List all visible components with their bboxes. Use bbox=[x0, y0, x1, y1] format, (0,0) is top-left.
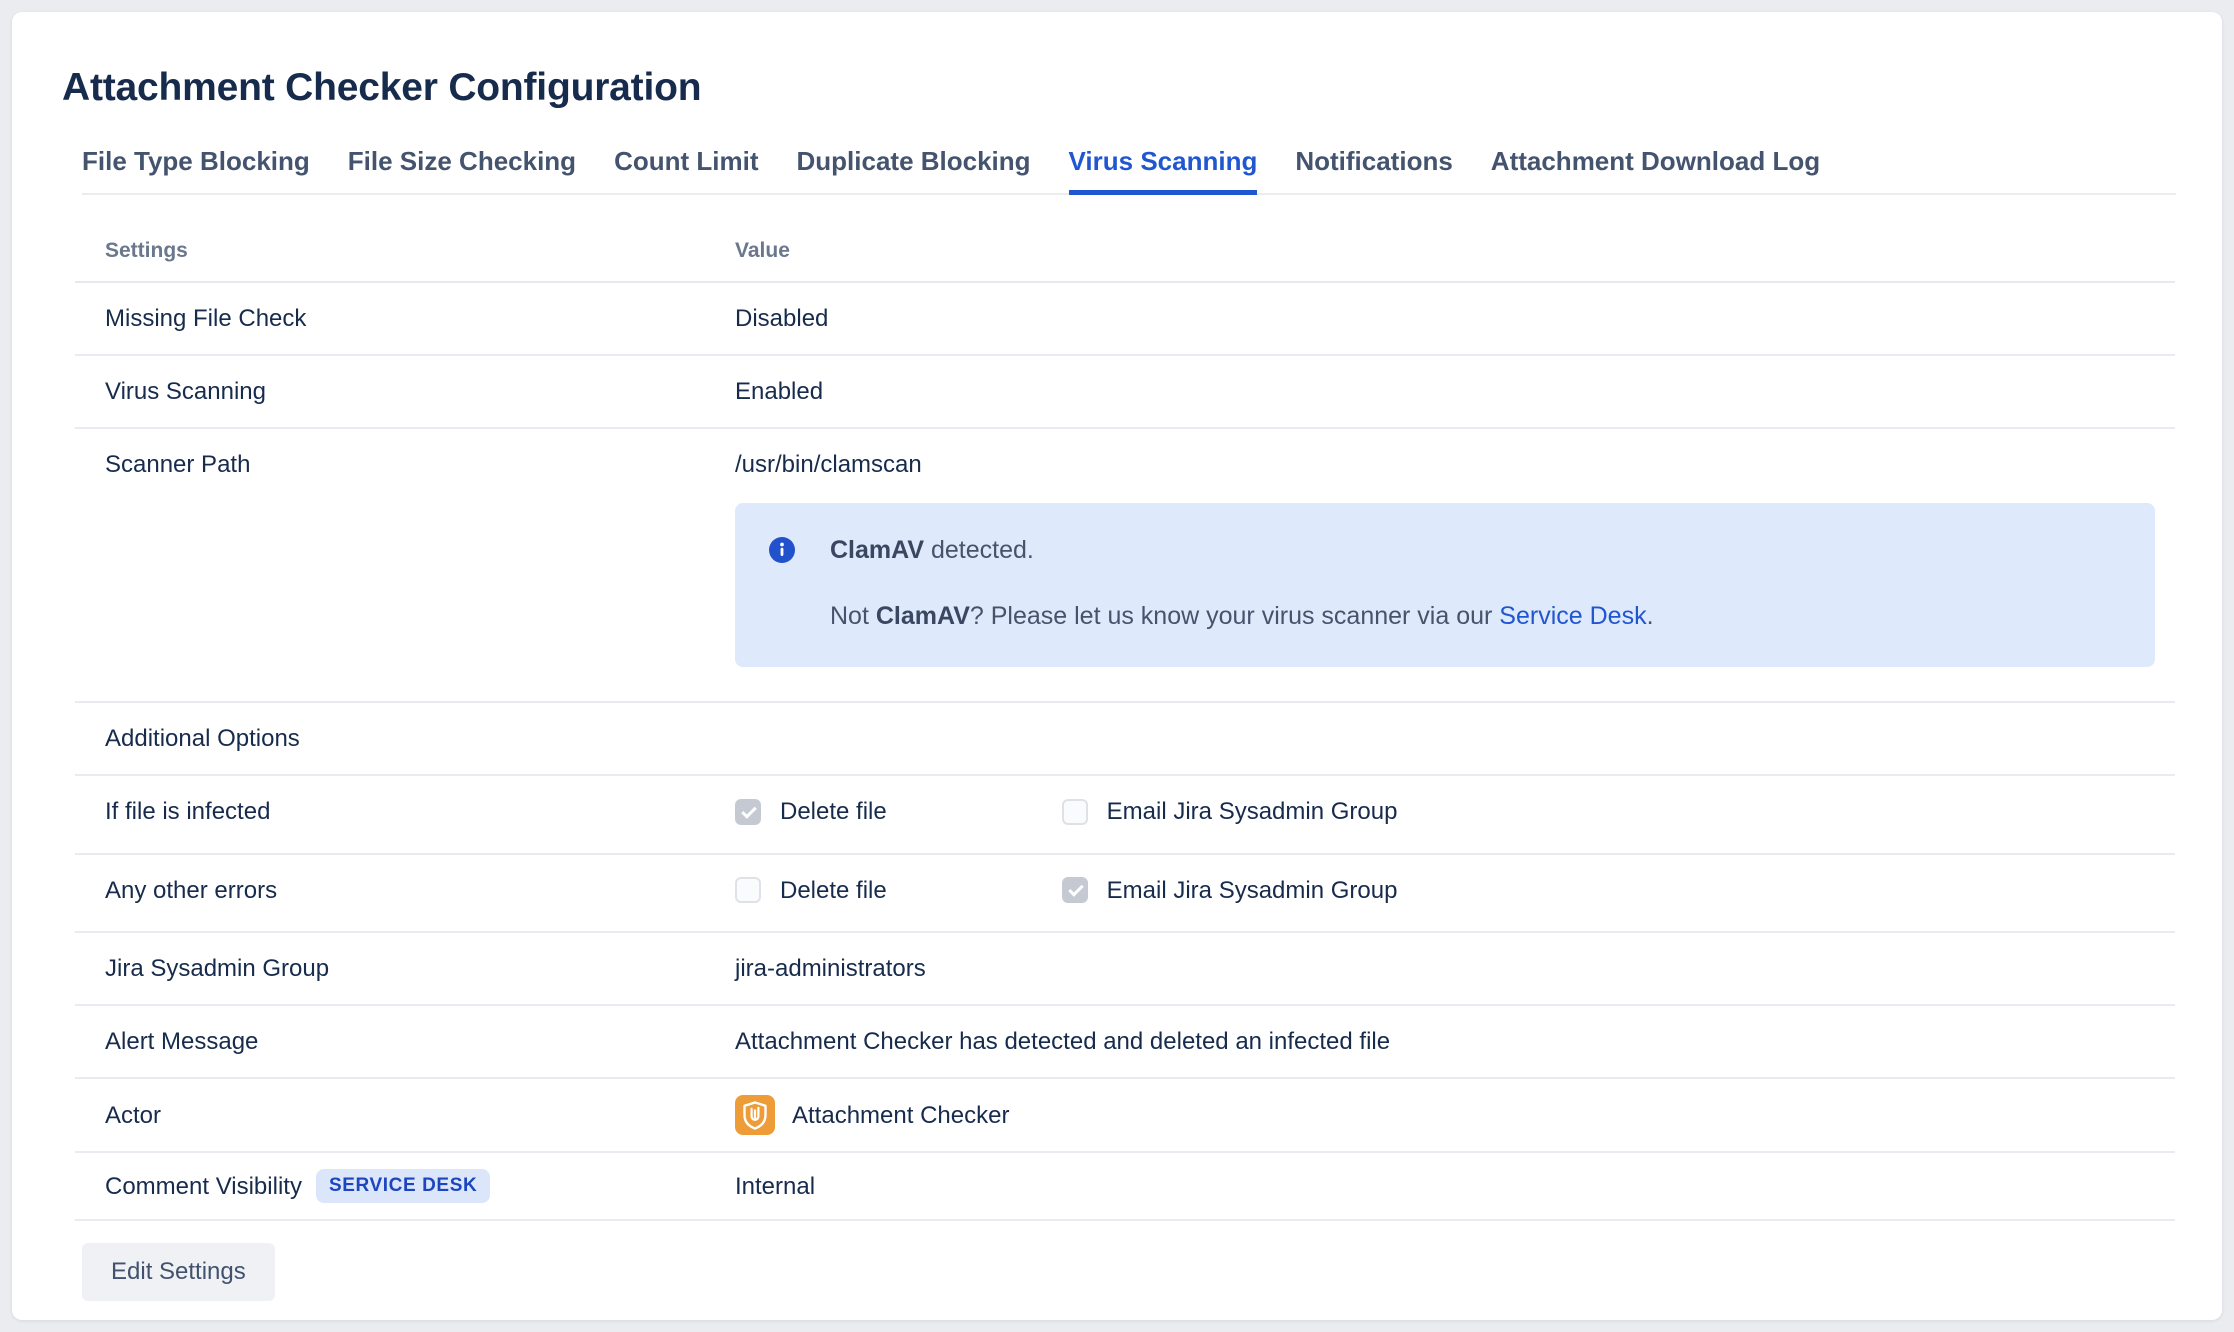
clamav-info-panel: ClamAV detected. Not ClamAV? Please let … bbox=[735, 503, 2155, 667]
section-label: Additional Options bbox=[105, 725, 300, 752]
column-header-settings: Settings bbox=[105, 239, 188, 262]
row-value: Internal bbox=[735, 1172, 816, 1200]
tab-notifications[interactable]: Notifications bbox=[1295, 146, 1452, 195]
table-row-actor: Actor Attachment Checker bbox=[75, 1079, 2175, 1153]
tab-bar: File Type Blocking File Size Checking Co… bbox=[82, 146, 2176, 195]
checkbox-delete-file[interactable] bbox=[735, 798, 761, 825]
row-label: Alert Message bbox=[105, 1028, 259, 1055]
panel-line-1-text: ClamAV detected. bbox=[830, 536, 1034, 564]
row-label: Scanner Path bbox=[105, 451, 251, 478]
table-row-comment-visibility: Comment Visibility SERVICE DESK Internal bbox=[75, 1153, 2175, 1221]
option-email-sysadmin: Email Jira Sysadmin Group bbox=[1061, 876, 1398, 905]
row-label: Virus Scanning bbox=[105, 378, 266, 405]
row-label: Actor bbox=[105, 1101, 162, 1129]
tab-attachment-download-log[interactable]: Attachment Download Log bbox=[1491, 146, 1820, 195]
tab-virus-scanning[interactable]: Virus Scanning bbox=[1068, 146, 1258, 195]
service-desk-badge: SERVICE DESK bbox=[315, 1169, 491, 1203]
checkbox-email-sysadmin[interactable] bbox=[1061, 877, 1088, 903]
edit-settings-button[interactable]: Edit Settings bbox=[82, 1243, 275, 1301]
row-options: Delete file Email Jira Sysadmin Group bbox=[735, 797, 2175, 832]
row-label-group: Comment Visibility SERVICE DESK bbox=[105, 1169, 735, 1203]
info-icon bbox=[769, 537, 795, 563]
table-row-virus-scanning: Virus Scanning Enabled bbox=[75, 356, 2175, 429]
option-delete-file: Delete file bbox=[735, 797, 1055, 826]
table-row-missing-file-check: Missing File Check Disabled bbox=[75, 283, 2175, 356]
checkbox-label: Delete file bbox=[780, 798, 887, 825]
actor-name: Attachment Checker bbox=[792, 1101, 1010, 1129]
row-value: jira-administrators bbox=[735, 955, 926, 982]
settings-table: Settings Value Missing File Check Disabl… bbox=[75, 217, 2175, 1221]
page-title: Attachment Checker Configuration bbox=[62, 66, 702, 109]
tab-count-limit[interactable]: Count Limit bbox=[614, 146, 758, 195]
row-label: Jira Sysadmin Group bbox=[105, 955, 330, 982]
tab-duplicate-blocking[interactable]: Duplicate Blocking bbox=[797, 146, 1031, 195]
scanner-path-value: /usr/bin/clamscan bbox=[735, 451, 922, 478]
row-label: Missing File Check bbox=[105, 305, 307, 332]
panel-line-2-text: Not ClamAV? Please let us know your viru… bbox=[830, 602, 1654, 630]
option-email-sysadmin: Email Jira Sysadmin Group bbox=[1061, 797, 1398, 826]
row-label: If file is infected bbox=[105, 798, 271, 825]
checkbox-label: Email Jira Sysadmin Group bbox=[1106, 876, 1398, 904]
table-row-if-file-infected: If file is infected Delete file Email Ji… bbox=[75, 776, 2175, 855]
table-header-row: Settings Value bbox=[75, 217, 2175, 283]
config-card: Attachment Checker Configuration File Ty… bbox=[12, 12, 2222, 1320]
tab-file-type-blocking[interactable]: File Type Blocking bbox=[82, 146, 310, 195]
actor-value: Attachment Checker bbox=[735, 1095, 2175, 1135]
table-row-additional-options: Additional Options bbox=[75, 703, 2175, 776]
row-value: Enabled bbox=[735, 378, 824, 405]
row-value: Attachment Checker has detected and dele… bbox=[735, 1028, 1391, 1055]
row-label: Comment Visibility bbox=[105, 1172, 302, 1200]
service-desk-link[interactable]: Service Desk bbox=[1499, 602, 1646, 630]
table-row-scanner-path: Scanner Path /usr/bin/clamscan ClamAV de… bbox=[75, 429, 2175, 703]
row-value: Disabled bbox=[735, 305, 829, 332]
column-header-value: Value bbox=[735, 239, 790, 262]
tab-file-size-checking[interactable]: File Size Checking bbox=[348, 146, 576, 195]
row-value-cell: /usr/bin/clamscan ClamAV detected. Not C… bbox=[735, 450, 2175, 680]
table-row-any-other-errors: Any other errors Delete file Email Jira … bbox=[75, 855, 2175, 933]
table-row-alert-message: Alert Message Attachment Checker has det… bbox=[75, 1006, 2175, 1079]
checkbox-email-sysadmin[interactable] bbox=[1061, 798, 1088, 825]
row-options: Delete file Email Jira Sysadmin Group bbox=[735, 876, 2175, 911]
table-row-jira-sysadmin-group: Jira Sysadmin Group jira-administrators bbox=[75, 933, 2175, 1006]
option-delete-file: Delete file bbox=[735, 876, 1055, 905]
checkbox-delete-file[interactable] bbox=[735, 877, 761, 903]
shield-paperclip-icon bbox=[735, 1095, 775, 1135]
panel-line-1: ClamAV detected. bbox=[769, 536, 2121, 564]
checkbox-label: Email Jira Sysadmin Group bbox=[1106, 798, 1398, 825]
checkbox-label: Delete file bbox=[780, 876, 887, 904]
row-label: Any other errors bbox=[105, 876, 278, 904]
